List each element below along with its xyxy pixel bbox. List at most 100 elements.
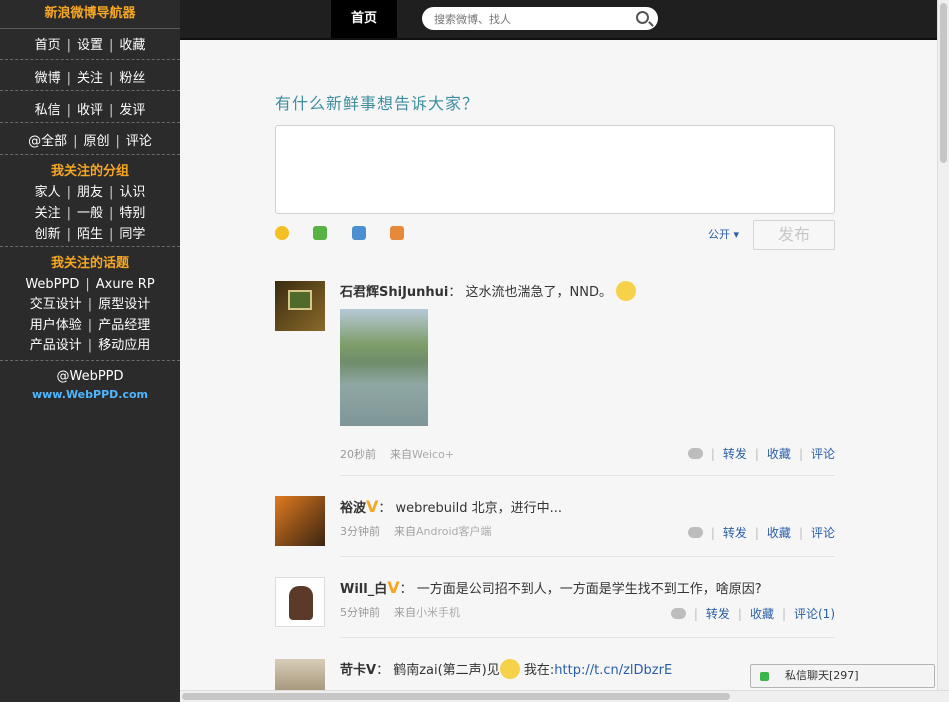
feed-post: 石君辉ShiJunhui： 这水流也湍急了，NND。 20秒前 来自Weico+… [275,281,835,477]
sidebar-row-messages: 私信 | 收评 | 发评 [34,103,146,118]
bubble-icon[interactable] [687,448,703,459]
topic-row: WebPPD | Axure RP [25,276,155,292]
post-image[interactable] [340,309,428,426]
search-icon[interactable] [636,11,649,24]
comment-link[interactable]: 评论(1) [794,607,835,621]
avatar-frame-image [288,290,312,310]
sidebar-handle[interactable]: @WebPPD [0,369,180,384]
topics-heading: 我关注的话题 [50,256,129,271]
post-time[interactable]: 5分钟前 [340,606,380,619]
post-actions: | 转发 | 收藏 | 评论 [687,524,835,541]
publish-button[interactable]: 发布 [753,220,835,250]
group-link-family[interactable]: 家人 [35,185,61,200]
post-time[interactable]: 20秒前 [340,448,376,461]
vertical-scroll-thumb[interactable] [940,3,947,163]
sidebar-link-comments[interactable]: 评论 [126,134,152,149]
post-author[interactable]: 石君辉ShiJunhui [340,285,448,300]
topic-link-product-manager[interactable]: 产品经理 [98,318,150,333]
sidebar-link-home[interactable]: 首页 [35,38,61,53]
sidebar-link-following[interactable]: 关注 [77,71,103,86]
topic-link-interaction-design[interactable]: 交互设计 [30,297,82,312]
image-icon[interactable] [313,226,327,240]
group-link-acquaintance[interactable]: 认识 [119,185,145,200]
post-source[interactable]: 小米手机 [416,606,460,619]
avatar[interactable] [275,659,325,690]
sidebar-row-mentions: @全部 | 原创 | 评论 [28,134,152,149]
topic-link-webppd[interactable]: WebPPD [25,277,79,292]
post-meta: 20秒前 来自Weico+ [340,446,454,462]
android-avatar-image [289,586,313,620]
avatar[interactable] [275,577,325,627]
sidebar-link-sent-comments[interactable]: 发评 [119,103,145,118]
favorite-link[interactable]: 收藏 [767,447,791,461]
horizontal-scroll-thumb[interactable] [182,693,730,700]
search-input[interactable] [434,11,624,27]
sidebar-row-main: 首页 | 设置 | 收藏 [34,38,146,53]
visibility-label: 公开 [708,228,730,241]
repost-link[interactable]: 转发 [723,447,747,461]
group-link-follow[interactable]: 关注 [35,206,61,221]
sidebar-url-link[interactable]: www.WebPPD.com [0,388,180,401]
group-link-special[interactable]: 特别 [119,206,145,221]
post-author[interactable]: 裕波 [340,501,366,516]
post-source-prefix: 来自 [390,448,412,461]
post-actions: | 转发 | 收藏 | 评论(1) [670,605,835,622]
avatar[interactable] [275,281,325,331]
tab-home[interactable]: 首页 [331,0,397,38]
private-chat-widget[interactable]: 私信聊天[297] [750,664,935,688]
topic-icon[interactable] [352,226,366,240]
post-text: 裕波V： webrebuild 北京，进行中... [340,497,562,516]
poll-icon[interactable] [390,226,404,240]
topic-link-prototype-design[interactable]: 原型设计 [98,297,150,312]
topic-link-axure[interactable]: Axure RP [96,277,155,292]
groups-heading: 我关注的分组 [50,164,129,179]
repost-link[interactable]: 转发 [706,607,730,621]
composer-textarea[interactable] [275,125,835,214]
post-author[interactable]: Will_白 [340,582,387,597]
group-link-classmates[interactable]: 同学 [119,227,145,242]
post-time[interactable]: 3分钟前 [340,525,380,538]
comment-link[interactable]: 评论 [811,447,835,461]
topic-row: 产品设计 | 移动应用 [29,338,151,353]
sidebar-link-weibo[interactable]: 微博 [35,71,61,86]
bubble-icon[interactable] [670,608,686,619]
topic-link-product-design[interactable]: 产品设计 [30,338,82,353]
post-source[interactable]: Android客户端 [416,525,492,538]
repost-link[interactable]: 转发 [723,526,747,540]
group-link-friends[interactable]: 朋友 [77,185,103,200]
post-text: Will_白V： 一方面是公司招不到人，一方面是学生找不到工作，啥原因? [340,578,762,597]
group-link-innovation[interactable]: 创新 [35,227,61,242]
main-feed: 有什么新鲜事想告诉大家？ 公开 ▾ 发布 石君辉ShiJunhui： 这水流也湍… [180,40,937,690]
visibility-dropdown[interactable]: 公开 ▾ [708,226,739,242]
sidebar-link-dm[interactable]: 私信 [35,103,61,118]
emoji-icon[interactable] [275,226,289,240]
post-meta: 5分钟前 来自小米手机 [340,604,460,620]
sidebar-link-settings[interactable]: 设置 [77,38,103,53]
post-source[interactable]: Weico+ [412,448,454,461]
topic-link-mobile-apps[interactable]: 移动应用 [98,338,150,353]
sidebar-title: 新浪微博导航器 [0,0,180,29]
sidebar-link-all-mentions[interactable]: @全部 [28,134,67,149]
topic-link-ux[interactable]: 用户体验 [30,318,82,333]
avatar[interactable] [275,496,325,546]
post-short-link[interactable]: http://t.cn/zlDbzrE [554,663,672,678]
sidebar-link-fans[interactable]: 粉丝 [119,71,145,86]
sidebar-link-favorites[interactable]: 收藏 [119,38,145,53]
verified-badge: V [366,497,379,516]
group-link-strangers[interactable]: 陌生 [77,227,103,242]
sidebar-link-received-comments[interactable]: 收评 [77,103,103,118]
post-content: 鹤南zai(第二声)见 [393,663,500,678]
group-link-general[interactable]: 一般 [77,206,103,221]
sidebar-link-original[interactable]: 原创 [83,134,109,149]
comment-link[interactable]: 评论 [811,526,835,540]
vertical-scrollbar[interactable] [937,0,949,690]
group-row: 关注 | 一般 | 特别 [34,206,146,221]
horizontal-scrollbar[interactable] [180,690,949,702]
post-meta: 3分钟前 来自Android客户端 [340,523,492,539]
post-location: 我在: [523,663,555,678]
bubble-icon[interactable] [687,527,703,538]
post-author[interactable]: 苛卡V [340,663,376,678]
post-divider [340,475,835,476]
favorite-link[interactable]: 收藏 [750,607,774,621]
favorite-link[interactable]: 收藏 [767,526,791,540]
